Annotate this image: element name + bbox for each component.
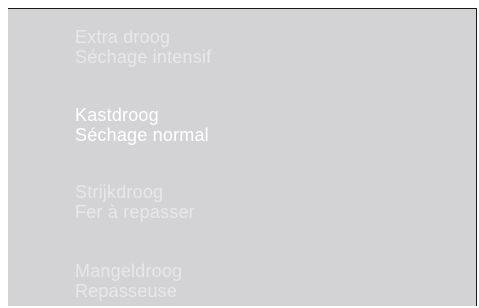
- program-option-label-nl: Kastdroog: [75, 105, 159, 125]
- program-option-label-fr: Séchage intensif: [75, 47, 212, 67]
- program-option-label-nl: Mangeldroog: [75, 261, 183, 281]
- program-option-mangeldroog[interactable]: Mangeldroog Repasseuse: [75, 261, 182, 301]
- dryer-program-display: Extra droog Séchage intensif Kastdroog S…: [8, 8, 477, 306]
- program-option-label-fr: Séchage normal: [75, 125, 209, 145]
- program-option-strijkdroog[interactable]: Strijkdroog Fer à repasser: [75, 182, 195, 222]
- program-option-label-nl: Strijkdroog: [75, 182, 164, 202]
- program-option-label-fr: Fer à repasser: [75, 202, 195, 222]
- program-option-label-nl: Extra droog: [75, 27, 171, 47]
- program-option-kastdroog[interactable]: Kastdroog Séchage normal: [75, 105, 209, 145]
- program-option-extra-droog[interactable]: Extra droog Séchage intensif: [75, 27, 211, 67]
- program-option-label-fr: Repasseuse: [75, 281, 178, 301]
